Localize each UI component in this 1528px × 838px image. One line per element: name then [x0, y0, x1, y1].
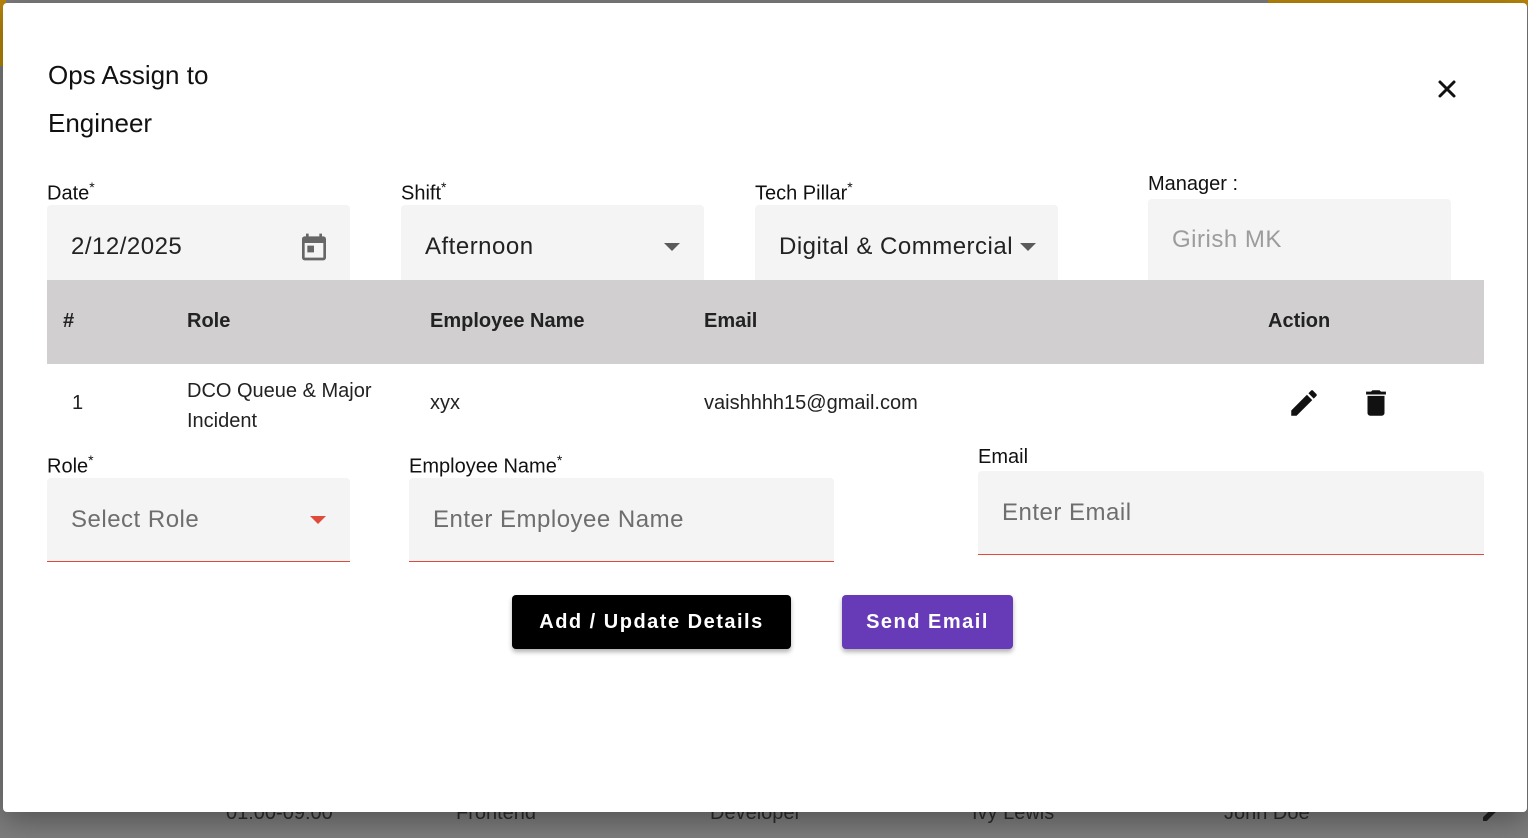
required-marker: *: [89, 179, 95, 195]
tech-pillar-value: Digital & Commercial: [779, 232, 1014, 260]
required-marker: *: [441, 179, 447, 195]
column-header-index: #: [63, 310, 75, 332]
required-marker: *: [556, 452, 563, 468]
date-label-text: Date: [47, 182, 90, 205]
date-label: Date*: [47, 179, 95, 206]
table-header: # Role Employee Name Email Action: [47, 280, 1484, 364]
shift-label-text: Shift: [401, 182, 442, 205]
shift-value: Afternoon: [425, 232, 534, 260]
manager-value: Girish MK: [1172, 226, 1282, 253]
table-row: 1 DCO Queue & Major Incident xyx vaishhh…: [47, 364, 1484, 444]
required-marker: *: [847, 179, 853, 195]
email-placeholder: Enter Email: [1002, 498, 1132, 526]
role-label-text: Role: [47, 455, 89, 478]
chevron-down-icon: [664, 242, 680, 251]
assign-engineer-dialog: Ops Assign to Engineer Date* 2/12/2025 S…: [3, 3, 1527, 812]
row-index: 1: [72, 392, 84, 414]
email-input[interactable]: Enter Email: [978, 471, 1484, 555]
calendar-icon[interactable]: [298, 231, 330, 263]
column-header-email: Email: [704, 310, 758, 332]
row-employee-name: xyx: [430, 392, 460, 414]
employee-name-label-text: Employee Name: [409, 455, 557, 478]
date-field[interactable]: 2/12/2025: [47, 205, 350, 289]
column-header-employee-name: Employee Name: [430, 310, 585, 332]
add-update-details-button[interactable]: Add / Update Details: [512, 595, 791, 649]
manager-field: Girish MK: [1148, 199, 1451, 281]
tech-pillar-label-text: Tech Pillar: [755, 182, 848, 205]
tech-pillar-select[interactable]: Digital & Commercial: [755, 205, 1058, 289]
date-value: 2/12/2025: [71, 232, 183, 260]
email-label: Email: [978, 446, 1029, 468]
manager-label: Manager :: [1148, 173, 1239, 195]
shift-label: Shift*: [401, 179, 446, 206]
tech-pillar-label: Tech Pillar*: [755, 179, 853, 206]
row-email: vaishhhh15@gmail.com: [704, 392, 918, 414]
employee-name-label: Employee Name*: [409, 452, 562, 479]
close-button[interactable]: [1431, 73, 1463, 105]
employee-name-placeholder: Enter Employee Name: [433, 505, 684, 533]
role-label: Role*: [47, 452, 94, 479]
shift-select[interactable]: Afternoon: [401, 205, 704, 289]
role-placeholder: Select Role: [71, 505, 200, 533]
close-icon: [1438, 80, 1456, 98]
required-marker: *: [88, 452, 94, 468]
role-select[interactable]: Select Role: [47, 478, 350, 562]
dialog-title: Ops Assign to Engineer: [48, 60, 209, 138]
send-email-button[interactable]: Send Email: [842, 595, 1013, 649]
edit-icon[interactable]: [1287, 386, 1321, 420]
column-header-action: Action: [1268, 310, 1331, 332]
chevron-down-icon: [310, 515, 326, 524]
row-role: DCO Queue & Major Incident: [187, 380, 372, 432]
column-header-role: Role: [187, 310, 231, 332]
assignment-table: # Role Employee Name Email Action 1 DCO …: [47, 280, 1484, 444]
employee-name-input[interactable]: Enter Employee Name: [409, 478, 834, 562]
delete-icon[interactable]: [1359, 386, 1393, 420]
chevron-down-icon: [1020, 242, 1036, 251]
